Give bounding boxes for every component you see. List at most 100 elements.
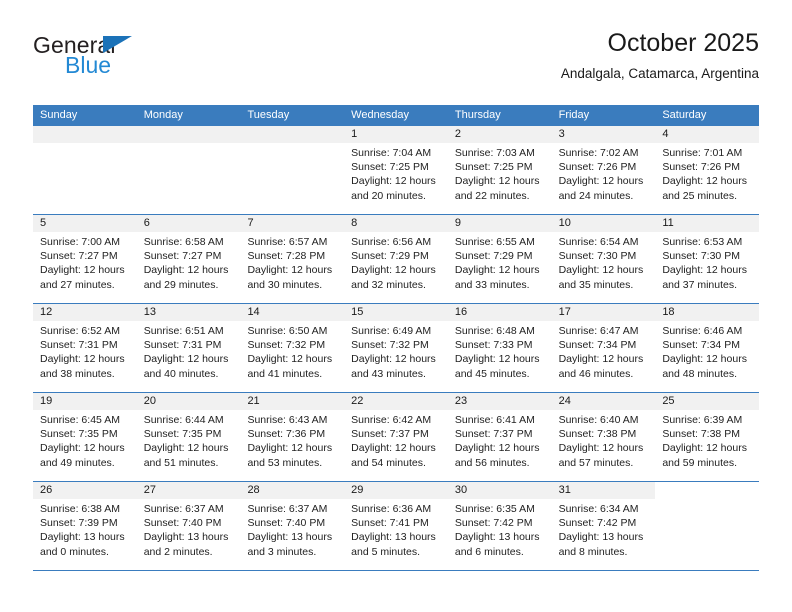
daylight-duration-line2: and 51 minutes. [143, 456, 219, 469]
day-number [655, 482, 760, 499]
daylight-duration-line2: and 56 minutes. [454, 456, 530, 469]
sunset-time: Sunset: 7:32 PM [351, 339, 429, 352]
calendar-day-cell[interactable]: 23 Sunrise: 6:41 AM Sunset: 7:37 PM Dayligh… [447, 393, 552, 481]
sunrise-time: Sunrise: 6:44 AM [143, 414, 224, 426]
calendar-day-cell[interactable]: 1 Sunrise: 7:04 AM Sunset: 7:25 PM Daylight… [344, 126, 448, 214]
day-number: 6 [136, 215, 241, 232]
sunrise-time: Sunrise: 7:03 AM [454, 147, 535, 159]
calendar-day-cell[interactable]: 6 Sunrise: 6:58 AM Sunset: 7:27 PM Daylight… [136, 215, 241, 303]
weeks-container: 1 Sunrise: 7:04 AM Sunset: 7:25 PM Daylight… [33, 126, 760, 570]
weekday-header-tuesday: Tuesday [247, 109, 290, 121]
calendar-day-cell[interactable]: 9 Sunrise: 6:55 AM Sunset: 7:29 PM Daylight… [447, 215, 552, 303]
day-info: Sunrise: 7:01 AM Sunset: 7:26 PM Daylight:… [655, 143, 759, 203]
calendar-day-cell[interactable]: 27 Sunrise: 6:37 AM Sunset: 7:40 PM Dayligh… [136, 482, 241, 570]
day-info: Sunrise: 6:52 AM Sunset: 7:31 PM Daylight:… [33, 321, 137, 381]
day-info: Sunrise: 6:46 AM Sunset: 7:34 PM Daylight:… [655, 321, 759, 381]
calendar-day-cell[interactable]: 14 Sunrise: 6:50 AM Sunset: 7:32 PM Dayligh… [240, 304, 345, 392]
daylight-duration-line1: Daylight: 12 hours [454, 264, 540, 277]
daylight-duration-line1: Daylight: 12 hours [558, 353, 644, 366]
calendar-day-cell[interactable]: 30 Sunrise: 6:35 AM Sunset: 7:42 PM Dayligh… [447, 482, 552, 570]
sunrise-time: Sunrise: 7:02 AM [558, 147, 639, 159]
calendar-day-cell[interactable]: 15 Sunrise: 6:49 AM Sunset: 7:32 PM Dayligh… [344, 304, 448, 392]
daylight-duration-line2: and 5 minutes. [351, 545, 421, 558]
daylight-duration-line2: and 0 minutes. [40, 545, 109, 558]
calendar-day-cell[interactable]: 7 Sunrise: 6:57 AM Sunset: 7:28 PM Daylight… [240, 215, 345, 303]
calendar-week-row: 19 Sunrise: 6:45 AM Sunset: 7:35 PM Dayligh… [33, 392, 760, 481]
sunrise-time: Sunrise: 6:47 AM [558, 325, 639, 337]
daylight-duration-line1: Daylight: 12 hours [454, 175, 540, 188]
logo-text-blue: Blue [65, 52, 112, 78]
sunset-time: Sunset: 7:42 PM [558, 517, 637, 530]
calendar-day-cell[interactable]: 17 Sunrise: 6:47 AM Sunset: 7:34 PM Dayligh… [551, 304, 656, 392]
calendar-day-cell[interactable]: 31 Sunrise: 6:34 AM Sunset: 7:42 PM Dayligh… [551, 482, 656, 570]
sunrise-time: Sunrise: 6:39 AM [662, 414, 743, 426]
daylight-duration-line2: and 8 minutes. [558, 545, 628, 558]
sunrise-time: Sunrise: 6:56 AM [351, 236, 432, 248]
calendar-grid: Sunday Monday Tuesday Wednesday Thursday… [33, 105, 760, 571]
day-number: 21 [240, 393, 345, 410]
calendar-day-cell[interactable]: 8 Sunrise: 6:56 AM Sunset: 7:29 PM Daylight… [344, 215, 448, 303]
daylight-duration-line2: and 46 minutes. [558, 367, 634, 380]
page-subtitle: Andalgala, Catamarca, Argentina [560, 66, 759, 81]
calendar-day-cell-empty [240, 126, 345, 214]
calendar-day-cell[interactable]: 4 Sunrise: 7:01 AM Sunset: 7:26 PM Daylight… [655, 126, 760, 214]
calendar-day-cell[interactable]: 10 Sunrise: 6:54 AM Sunset: 7:30 PM Dayligh… [551, 215, 656, 303]
daylight-duration-line2: and 40 minutes. [143, 367, 219, 380]
calendar-day-cell[interactable]: 18 Sunrise: 6:46 AM Sunset: 7:34 PM Dayligh… [655, 304, 760, 392]
calendar-week-row: 26 Sunrise: 6:38 AM Sunset: 7:39 PM Dayligh… [33, 481, 760, 570]
day-number: 26 [33, 482, 137, 499]
weekday-header-thursday: Thursday [454, 109, 501, 121]
day-number: 3 [551, 126, 656, 143]
day-info: Sunrise: 6:37 AM Sunset: 7:40 PM Daylight:… [240, 499, 344, 559]
calendar-day-cell[interactable]: 20 Sunrise: 6:44 AM Sunset: 7:35 PM Dayligh… [136, 393, 241, 481]
daylight-duration-line1: Daylight: 12 hours [143, 442, 229, 455]
daylight-duration-line2: and 20 minutes. [351, 189, 426, 202]
sunrise-time: Sunrise: 6:40 AM [558, 414, 639, 426]
daylight-duration-line2: and 49 minutes. [40, 456, 115, 469]
day-info: Sunrise: 7:04 AM Sunset: 7:25 PM Daylight:… [344, 143, 448, 203]
sunrise-time: Sunrise: 6:48 AM [454, 325, 535, 337]
calendar-day-cell[interactable]: 11 Sunrise: 6:53 AM Sunset: 7:30 PM Dayligh… [655, 215, 760, 303]
daylight-duration-line1: Daylight: 12 hours [247, 264, 333, 277]
weekday-header-row: Sunday Monday Tuesday Wednesday Thursday… [33, 105, 759, 126]
calendar-day-cell[interactable]: 16 Sunrise: 6:48 AM Sunset: 7:33 PM Dayligh… [447, 304, 552, 392]
calendar-day-cell[interactable]: 24 Sunrise: 6:40 AM Sunset: 7:38 PM Dayligh… [551, 393, 656, 481]
daylight-duration-line2: and 25 minutes. [662, 189, 738, 202]
daylight-duration-line1: Daylight: 12 hours [662, 353, 747, 366]
day-number: 24 [551, 393, 656, 410]
calendar-day-cell[interactable]: 21 Sunrise: 6:43 AM Sunset: 7:36 PM Dayligh… [240, 393, 345, 481]
calendar-day-cell[interactable]: 5 Sunrise: 7:00 AM Sunset: 7:27 PM Daylight… [33, 215, 137, 303]
daylight-duration-line1: Daylight: 12 hours [351, 442, 436, 455]
day-info: Sunrise: 6:41 AM Sunset: 7:37 PM Daylight:… [448, 410, 552, 470]
daylight-duration-line2: and 45 minutes. [454, 367, 530, 380]
sunrise-time: Sunrise: 6:34 AM [558, 503, 639, 515]
daylight-duration-line2: and 33 minutes. [454, 278, 530, 291]
sunrise-time: Sunrise: 6:45 AM [40, 414, 120, 426]
calendar-day-cell[interactable]: 25 Sunrise: 6:39 AM Sunset: 7:38 PM Dayligh… [655, 393, 760, 481]
daylight-duration-line2: and 48 minutes. [662, 367, 738, 380]
sunset-time: Sunset: 7:38 PM [558, 428, 637, 441]
sunset-time: Sunset: 7:25 PM [454, 161, 533, 174]
calendar-day-cell[interactable]: 22 Sunrise: 6:42 AM Sunset: 7:37 PM Dayligh… [344, 393, 448, 481]
sunrise-time: Sunrise: 6:37 AM [143, 503, 224, 515]
calendar-day-cell[interactable]: 3 Sunrise: 7:02 AM Sunset: 7:26 PM Daylight… [551, 126, 656, 214]
day-number [33, 126, 137, 143]
day-number: 20 [136, 393, 241, 410]
calendar-day-cell[interactable]: 29 Sunrise: 6:36 AM Sunset: 7:41 PM Dayligh… [344, 482, 448, 570]
sunrise-time: Sunrise: 6:58 AM [143, 236, 224, 248]
calendar-day-cell[interactable]: 28 Sunrise: 6:37 AM Sunset: 7:40 PM Dayligh… [240, 482, 345, 570]
daylight-duration-line2: and 59 minutes. [662, 456, 738, 469]
sunrise-time: Sunrise: 6:42 AM [351, 414, 432, 426]
calendar-day-cell[interactable]: 19 Sunrise: 6:45 AM Sunset: 7:35 PM Dayligh… [33, 393, 137, 481]
calendar-day-cell[interactable]: 2 Sunrise: 7:03 AM Sunset: 7:25 PM Daylight… [447, 126, 552, 214]
sunset-time: Sunset: 7:40 PM [247, 517, 326, 530]
weekday-header-saturday: Saturday [662, 109, 707, 121]
calendar-day-cell[interactable]: 12 Sunrise: 6:52 AM Sunset: 7:31 PM Dayligh… [33, 304, 137, 392]
sunset-time: Sunset: 7:35 PM [143, 428, 222, 441]
daylight-duration-line2: and 22 minutes. [454, 189, 530, 202]
daylight-duration-line2: and 53 minutes. [247, 456, 323, 469]
sunset-time: Sunset: 7:38 PM [662, 428, 740, 441]
sunrise-time: Sunrise: 6:51 AM [143, 325, 224, 337]
calendar-day-cell[interactable]: 13 Sunrise: 6:51 AM Sunset: 7:31 PM Dayligh… [136, 304, 241, 392]
calendar-day-cell[interactable]: 26 Sunrise: 6:38 AM Sunset: 7:39 PM Dayligh… [33, 482, 137, 570]
